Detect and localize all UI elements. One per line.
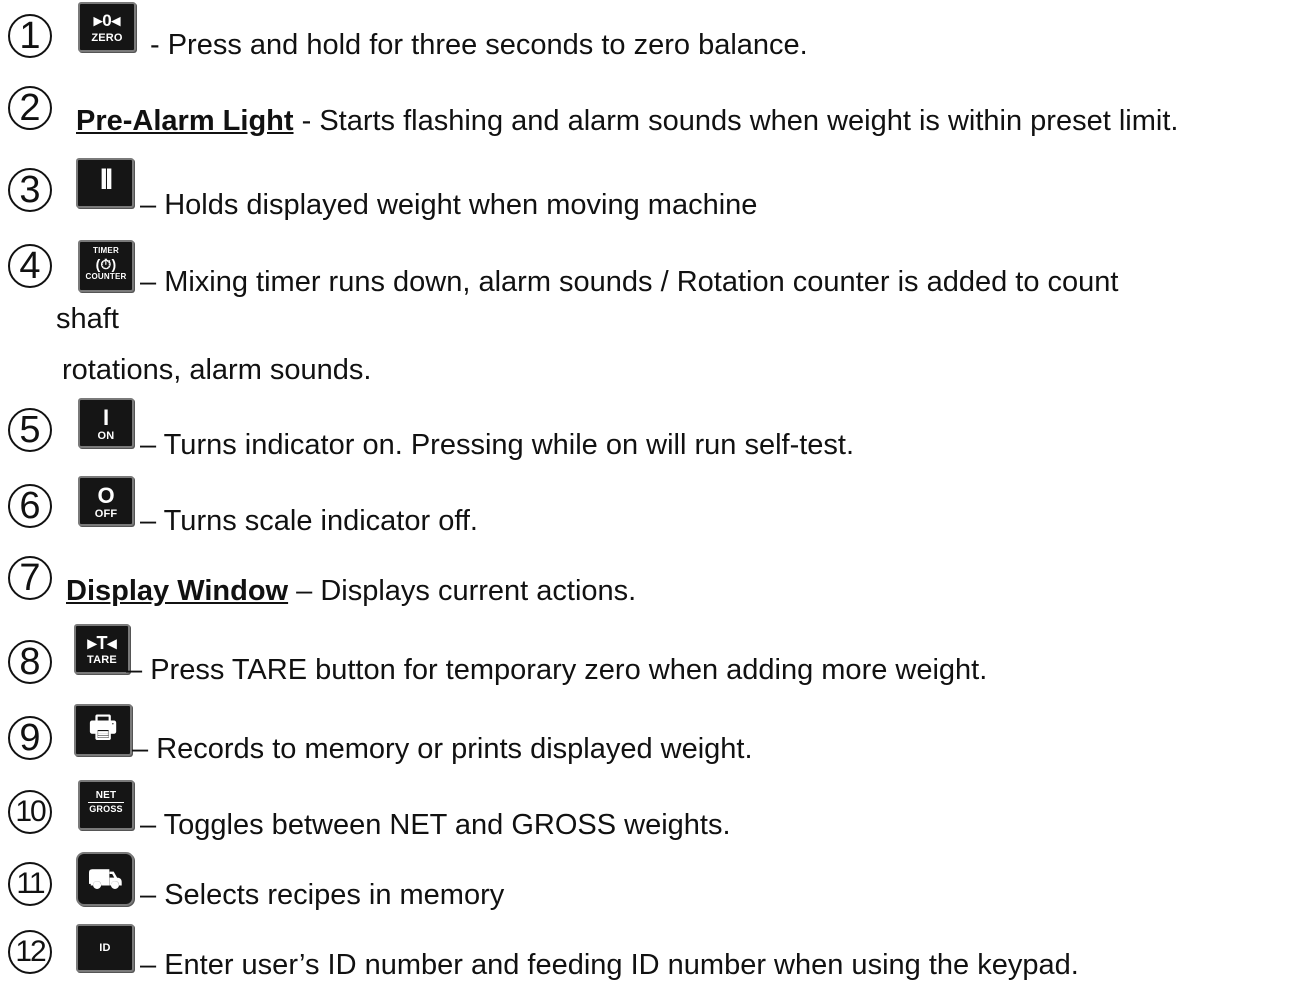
- net-gross-button-icon: NET GROSS: [78, 780, 134, 830]
- item-description-5: – Turns indicator on. Pressing while on …: [140, 429, 855, 461]
- item-number-5: 5: [8, 408, 52, 452]
- print-button-icon: 🖶: [74, 704, 132, 756]
- timer-counter-button-icon: TIMER (⏱) COUNTER: [78, 240, 134, 292]
- item-number-3: 3: [8, 168, 52, 212]
- item-number-12: 12: [8, 930, 52, 974]
- item-description-11: – Selects recipes in memory: [140, 879, 505, 911]
- item-description-6: – Turns scale indicator off.: [140, 505, 478, 537]
- item-description-10: – Toggles between NET and GROSS weights.: [140, 809, 731, 841]
- id-button-icon: ID: [76, 924, 134, 972]
- item-description-1: - Press and hold for three seconds to ze…: [150, 29, 808, 61]
- tare-button-icon: ▸T◂ TARE: [74, 624, 130, 674]
- recipe-mixer-button-icon: ⛟: [76, 852, 134, 906]
- item-description-3: – Holds displayed weight when moving mac…: [140, 189, 758, 221]
- item-description-7: Display Window – Displays current action…: [66, 575, 637, 607]
- item-description-8: – Press TARE button for temporary zero w…: [126, 654, 988, 686]
- item-number-2: 2: [8, 86, 52, 130]
- hold-pause-button-icon: II: [76, 158, 134, 208]
- item-number-8: 8: [8, 640, 52, 684]
- item-number-4: 4: [8, 244, 52, 288]
- off-button-icon: O OFF: [78, 476, 134, 526]
- item-number-10: 10: [8, 790, 52, 834]
- zero-button-icon: ▸0◂ ZERO: [78, 2, 136, 52]
- item-description-4-cont: rotations, alarm sounds.: [62, 354, 372, 386]
- item-description-12: – Enter user’s ID number and feeding ID …: [140, 949, 1079, 981]
- item-description-2: Pre-Alarm Light - Starts flashing and al…: [76, 105, 1179, 137]
- item-number-11: 11: [8, 862, 52, 906]
- item-number-9: 9: [8, 716, 52, 760]
- on-button-icon: I ON: [78, 398, 134, 448]
- pre-alarm-light-title: Pre-Alarm Light: [76, 105, 294, 137]
- item-number-6: 6: [8, 484, 52, 528]
- item-description-4-wrap: shaft: [56, 303, 119, 335]
- item-description-4: – Mixing timer runs down, alarm sounds /…: [140, 266, 1119, 298]
- item-description-9: – Records to memory or prints displayed …: [132, 733, 753, 765]
- display-window-title: Display Window: [66, 575, 289, 607]
- item-number-7: 7: [8, 556, 52, 600]
- item-number-1: 1: [8, 14, 52, 58]
